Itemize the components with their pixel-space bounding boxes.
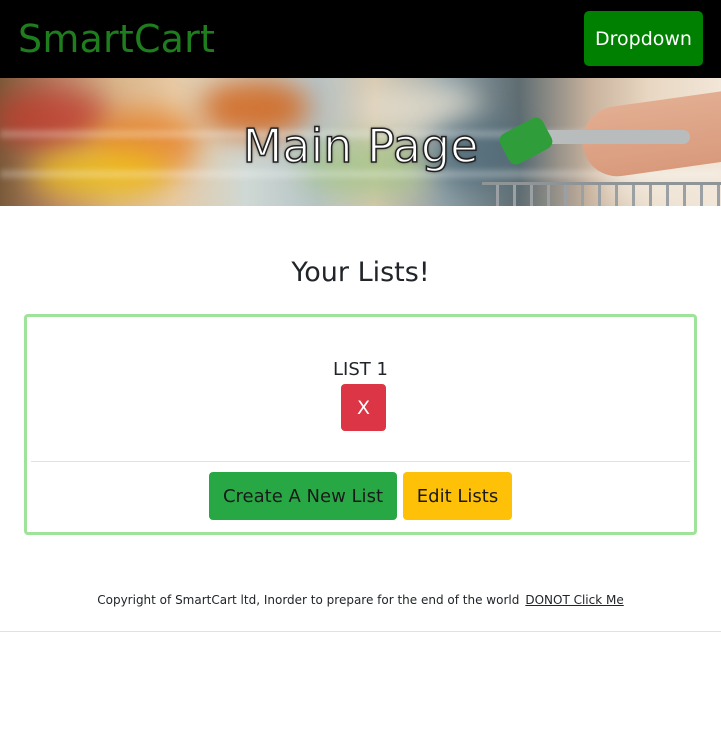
copyright-text: Copyright of SmartCart ltd, Inorder to p…: [97, 593, 520, 607]
footer-divider: [0, 631, 721, 632]
donot-click-link[interactable]: DONOT Click Me: [525, 593, 623, 607]
brand-logo[interactable]: SmartCart: [18, 16, 215, 62]
list-item: LIST 1 X: [31, 321, 690, 462]
navbar: SmartCart Dropdown: [0, 0, 721, 78]
create-list-button[interactable]: Create A New List: [209, 472, 397, 520]
page-title: Main Page: [242, 118, 479, 174]
dropdown-button[interactable]: Dropdown: [584, 11, 703, 66]
footer: Copyright of SmartCart ltd, Inorder to p…: [0, 590, 721, 610]
hero-banner: Main Page: [0, 78, 721, 206]
cart-basket: [482, 182, 721, 206]
list-name[interactable]: LIST 1: [31, 358, 690, 382]
edit-lists-button[interactable]: Edit Lists: [403, 472, 512, 520]
lists-heading: Your Lists!: [291, 257, 430, 288]
lists-card: LIST 1 X Create A New List Edit Lists: [24, 314, 697, 535]
delete-list-button[interactable]: X: [341, 384, 386, 431]
